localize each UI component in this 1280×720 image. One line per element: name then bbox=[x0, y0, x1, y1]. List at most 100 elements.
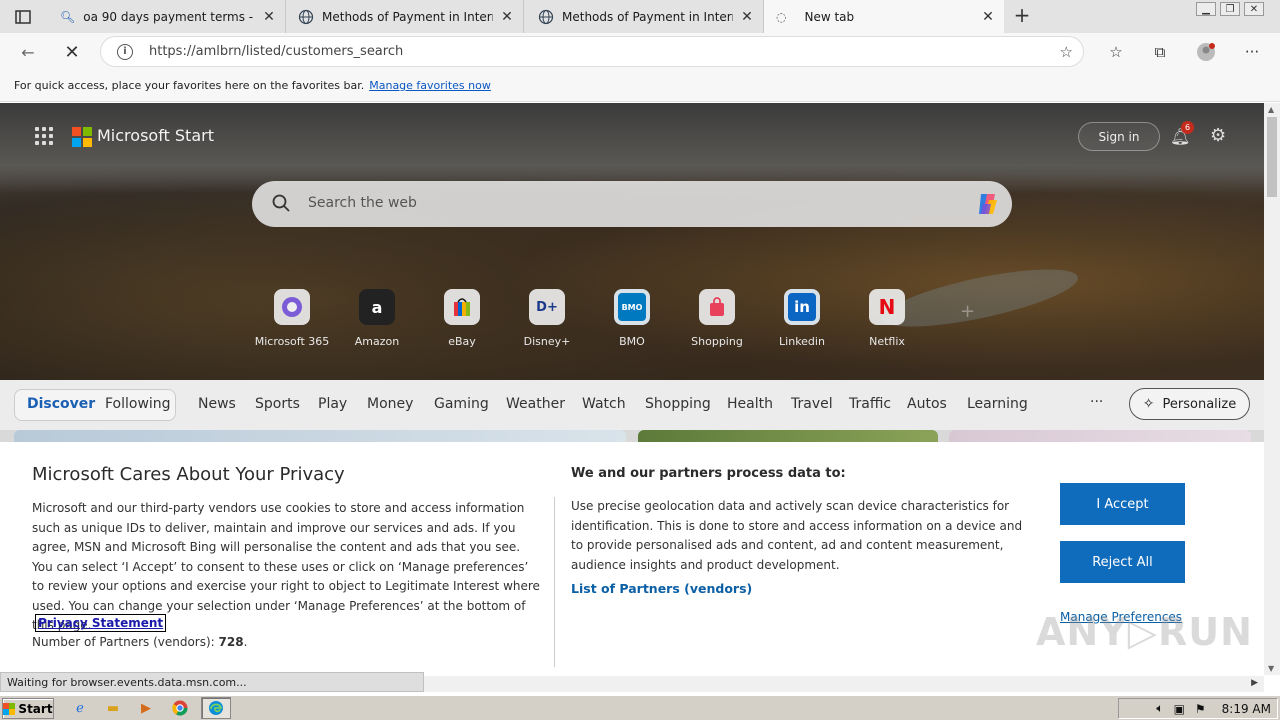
sign-in-button[interactable]: Sign in bbox=[1078, 122, 1160, 151]
data-processing-body: Use precise geolocation data and activel… bbox=[571, 499, 1023, 572]
loading-icon: ◌ bbox=[776, 9, 787, 24]
nav-discover[interactable]: Discover bbox=[27, 396, 95, 412]
nav-shopping[interactable]: Shopping bbox=[645, 396, 711, 412]
nav-health[interactable]: Health bbox=[727, 396, 773, 412]
search-placeholder: Search the web bbox=[308, 195, 417, 211]
nav-traffic[interactable]: Traffic bbox=[849, 396, 891, 412]
nav-following[interactable]: Following bbox=[105, 396, 171, 412]
vendors-list-link[interactable]: List of Partners (vendors) bbox=[571, 581, 752, 596]
vertical-scrollbar[interactable]: ▲ ▼ bbox=[1264, 103, 1280, 675]
tile-shopping[interactable]: Shopping bbox=[677, 289, 757, 348]
nav-weather[interactable]: Weather bbox=[506, 396, 565, 412]
privacy-statement-link[interactable]: Privacy Statement bbox=[35, 614, 167, 632]
scroll-up-icon[interactable]: ▲ bbox=[1268, 105, 1274, 114]
tab-actions-icon bbox=[15, 10, 31, 24]
nav-play[interactable]: Play bbox=[318, 396, 347, 412]
chrome-icon[interactable] bbox=[170, 699, 190, 717]
restore-button[interactable]: ❐ bbox=[1220, 2, 1240, 16]
nav-travel[interactable]: Travel bbox=[791, 396, 833, 412]
web-search-box[interactable]: Search the web bbox=[252, 181, 1012, 227]
feed-card[interactable] bbox=[14, 430, 626, 442]
nav-news[interactable]: News bbox=[198, 396, 236, 412]
tile-ebay[interactable]: eBay bbox=[422, 289, 502, 348]
network-icon[interactable]: ▣ bbox=[1174, 702, 1185, 716]
tab-methods-1[interactable]: Methods of Payment in International Trad… bbox=[286, 0, 524, 33]
brand-title[interactable]: Microsoft Start bbox=[97, 126, 214, 145]
notification-badge: 6 bbox=[1181, 121, 1194, 134]
favorites-bar: For quick access, place your favorites h… bbox=[0, 70, 1280, 102]
folder-icon[interactable]: ▬ bbox=[103, 699, 123, 717]
nav-gaming[interactable]: Gaming bbox=[434, 396, 489, 412]
feed-card[interactable] bbox=[949, 430, 1251, 442]
tab-new[interactable]: ◌ New tab ✕ bbox=[764, 0, 1004, 33]
clock[interactable]: 8:19 AM bbox=[1222, 702, 1271, 716]
address-bar-row: ← ✕ i https://amlbrn/listed/customers_se… bbox=[0, 33, 1280, 70]
more-menu-icon[interactable]: ··· bbox=[1242, 42, 1262, 62]
back-button[interactable]: ← bbox=[16, 40, 40, 64]
tile-microsoft-365[interactable]: Microsoft 365 bbox=[252, 289, 332, 348]
nav-sports[interactable]: Sports bbox=[255, 396, 300, 412]
windows-flag-icon bbox=[3, 702, 16, 715]
tile-label: Shopping bbox=[691, 335, 743, 348]
volume-icon[interactable]: 🔈︎ bbox=[1156, 701, 1163, 716]
info-icon[interactable]: i bbox=[117, 43, 133, 60]
gear-icon[interactable]: ⚙ bbox=[1210, 125, 1226, 146]
personalize-button[interactable]: ✧ Personalize bbox=[1129, 388, 1250, 420]
flag-icon[interactable]: ⚑ bbox=[1195, 702, 1206, 716]
close-window-button[interactable]: ✕ bbox=[1244, 2, 1264, 16]
partners-number: 728 bbox=[218, 635, 244, 649]
back-arrow-icon: ← bbox=[21, 42, 35, 62]
scrollbar-thumb[interactable] bbox=[1267, 117, 1277, 197]
tile-bmo[interactable]: BMO BMO bbox=[592, 289, 672, 348]
close-tab-icon[interactable]: ✕ bbox=[739, 9, 755, 25]
manage-favorites-link[interactable]: Manage favorites now bbox=[369, 79, 491, 92]
nav-more-icon[interactable]: ··· bbox=[1090, 394, 1103, 410]
feed-card[interactable] bbox=[638, 430, 938, 442]
edge-taskbar-button[interactable] bbox=[201, 697, 231, 719]
data-processing-heading: We and our partners process data to: bbox=[571, 466, 846, 481]
stop-button[interactable]: ✕ bbox=[60, 40, 84, 64]
close-tab-icon[interactable]: ✕ bbox=[980, 9, 996, 25]
page-content: Microsoft Start Sign in 🔔︎ 6 ⚙ Search th… bbox=[0, 103, 1264, 675]
add-tile-icon[interactable]: + bbox=[960, 301, 975, 322]
close-tab-icon[interactable]: ✕ bbox=[261, 9, 277, 25]
partners-label: Number of Partners (vendors): bbox=[32, 635, 215, 649]
nav-watch[interactable]: Watch bbox=[582, 396, 626, 412]
copilot-icon[interactable] bbox=[974, 190, 1002, 218]
profile-avatar[interactable] bbox=[1196, 42, 1216, 62]
scroll-down-icon[interactable]: ▼ bbox=[1268, 664, 1274, 673]
nav-autos[interactable]: Autos bbox=[907, 396, 947, 412]
app-launcher-icon[interactable] bbox=[35, 127, 53, 145]
nav-learning[interactable]: Learning bbox=[967, 396, 1028, 412]
privacy-title: Microsoft Cares About Your Privacy bbox=[32, 464, 345, 485]
tile-linkedin[interactable]: in Linkedin bbox=[762, 289, 842, 348]
start-button[interactable]: Start bbox=[2, 698, 54, 719]
collections-icon[interactable]: ⧉ bbox=[1150, 42, 1170, 62]
tile-disney[interactable]: D+ Disney+ bbox=[507, 289, 587, 348]
scroll-right-icon[interactable]: ▶ bbox=[1251, 678, 1258, 688]
reject-all-button[interactable]: Reject All bbox=[1060, 541, 1185, 583]
amazon-icon: a bbox=[359, 289, 395, 325]
tab-methods-2[interactable]: Methods of Payment in International Trad… bbox=[526, 0, 764, 33]
accept-button[interactable]: I Accept bbox=[1060, 483, 1185, 525]
tile-amazon[interactable]: a Amazon bbox=[337, 289, 417, 348]
nav-money[interactable]: Money bbox=[367, 396, 413, 412]
url-field[interactable]: i https://amlbrn/listed/customers_search… bbox=[100, 36, 1084, 67]
tile-label: BMO bbox=[619, 335, 645, 348]
feed-cards bbox=[0, 430, 1264, 442]
url-text: https://amlbrn/listed/customers_search bbox=[149, 44, 404, 59]
media-player-icon[interactable]: ▶ bbox=[136, 699, 156, 717]
tab-actions-button[interactable] bbox=[8, 6, 38, 28]
ie-icon[interactable]: ℯ bbox=[70, 699, 90, 717]
tile-label: Disney+ bbox=[523, 335, 571, 348]
add-favorite-icon[interactable]: ☆ bbox=[1060, 43, 1073, 61]
minimize-button[interactable]: ▁ bbox=[1196, 2, 1216, 16]
tile-netflix[interactable]: N Netflix bbox=[847, 289, 927, 348]
ebay-icon bbox=[444, 289, 480, 325]
new-tab-button[interactable]: + bbox=[1010, 5, 1034, 27]
horizontal-scrollbar[interactable]: ▶ bbox=[424, 676, 1264, 692]
netflix-icon: N bbox=[869, 289, 905, 325]
close-tab-icon[interactable]: ✕ bbox=[499, 9, 515, 25]
tab-search[interactable]: 🔍︎ oa 90 days payment terms - Search ✕ bbox=[48, 0, 286, 33]
favorites-icon[interactable]: ☆ bbox=[1106, 42, 1126, 62]
